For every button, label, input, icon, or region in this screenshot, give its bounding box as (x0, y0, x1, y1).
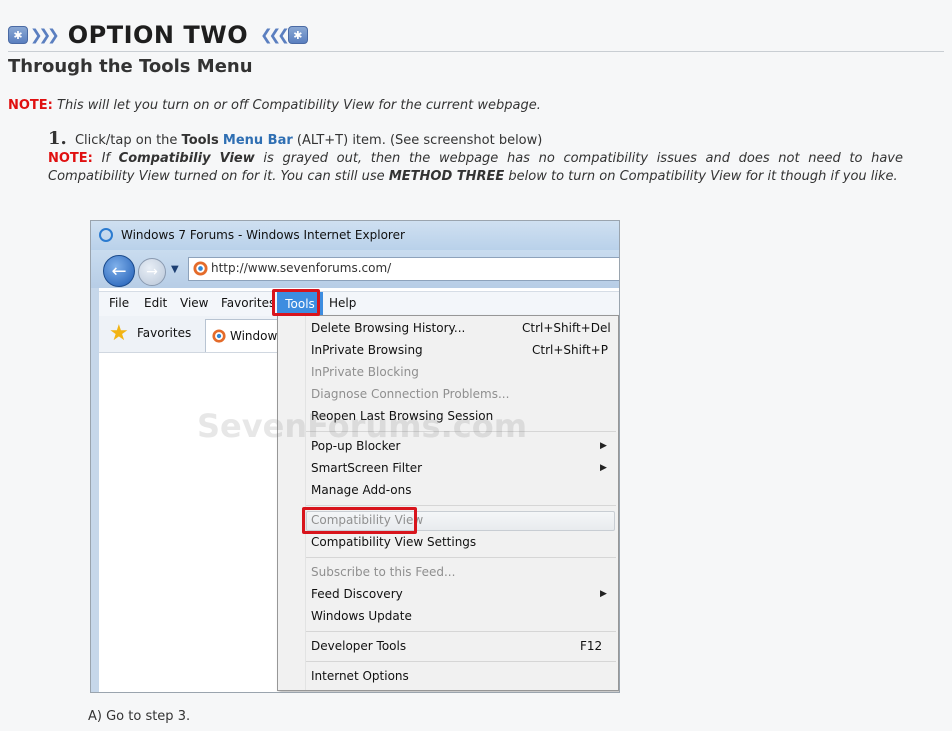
menu-separator (306, 661, 616, 662)
chevron-down-icon[interactable]: ▼ (171, 264, 179, 275)
favorites-button[interactable]: Favorites (137, 326, 191, 340)
step-number: 1. (48, 128, 67, 149)
window-left-border (91, 288, 99, 692)
step-1: 1. Click/tap on the Tools Menu Bar (ALT+… (48, 130, 903, 186)
double-chevron-left-icon: ❮❮❮ (260, 26, 290, 44)
menu-item-inprivate-blocking: InPrivate Blocking (311, 365, 419, 379)
heading-right-arrows: ❮❮❮ ✱ (258, 26, 308, 44)
submenu-arrow-icon: ▶ (600, 441, 607, 451)
menu-item-inprivate-browsing[interactable]: InPrivate Browsing (311, 343, 423, 357)
heading-divider (8, 51, 944, 52)
note-general: NOTE: This will let you turn on or off C… (8, 98, 541, 113)
ie-logo-icon (99, 228, 113, 242)
step-substep-a: A) Go to step 3. (88, 709, 191, 724)
menu-item-developer-tools[interactable]: Developer Tools (311, 639, 406, 653)
menu-bar-link[interactable]: Menu Bar (223, 133, 293, 148)
menu-separator (306, 557, 616, 558)
note-compat: NOTE: If Compatibiliy View is grayed out… (48, 150, 903, 186)
menu-file[interactable]: File (109, 296, 129, 310)
navigation-bar: ← → ▼ http://www.sevenforums.com/ (91, 250, 619, 288)
option-title: OPTION TWO (67, 21, 249, 49)
window-titlebar: Windows 7 Forums - Windows Internet Expl… (91, 221, 619, 250)
asterisk-icon: ✱ (8, 26, 28, 44)
forward-arrow-icon[interactable]: → (138, 258, 166, 286)
site-favicon-icon (212, 329, 226, 343)
note-text-a: If (101, 151, 110, 166)
submenu-arrow-icon: ▶ (600, 463, 607, 473)
heading-left-arrows: ✱ ❯❯❯ (8, 26, 60, 44)
tools-dropdown-menu: Delete Browsing History... Ctrl+Shift+De… (277, 315, 619, 691)
highlight-box-compat (302, 507, 417, 534)
menu-item-delete-history[interactable]: Delete Browsing History... (311, 321, 465, 335)
menu-item-feed-discovery[interactable]: Feed Discovery (311, 587, 403, 601)
menu-item-internet-options[interactable]: Internet Options (311, 669, 409, 683)
note-text: This will let you turn on or off Compati… (57, 98, 541, 113)
ie-screenshot: Windows 7 Forums - Windows Internet Expl… (90, 220, 620, 693)
highlight-box-tools (272, 289, 320, 316)
menu-item-diagnose: Diagnose Connection Problems... (311, 387, 510, 401)
shortcut-inprivate: Ctrl+Shift+P (532, 343, 608, 357)
window-title: Windows 7 Forums - Windows Internet Expl… (121, 228, 405, 242)
step-text-pre: Click/tap on the (74, 133, 178, 148)
section-heading: ✱ ❯❯❯ OPTION TWO ❮❮❮ ✱ (8, 20, 308, 50)
tab-title: Windows (230, 329, 284, 343)
note-label: NOTE: (8, 98, 53, 113)
menu-gutter (305, 316, 306, 690)
shortcut-delete-history: Ctrl+Shift+Del (522, 321, 611, 335)
menu-help[interactable]: Help (329, 296, 356, 310)
menu-favorites[interactable]: Favorites (221, 296, 275, 310)
menu-edit[interactable]: Edit (144, 296, 167, 310)
menu-item-smartscreen[interactable]: SmartScreen Filter (311, 461, 422, 475)
shortcut-developer-tools: F12 (580, 639, 603, 653)
step-text-post: (ALT+T) item. (See screenshot below) (296, 133, 543, 148)
site-favicon-icon (193, 261, 208, 276)
back-arrow-icon[interactable]: ← (103, 255, 135, 287)
address-bar[interactable]: http://www.sevenforums.com/ (188, 257, 619, 281)
menu-item-compat-settings[interactable]: Compatibility View Settings (311, 535, 476, 549)
menu-bar: File Edit View Favorites Tools Help (99, 291, 619, 317)
double-chevron-right-icon: ❯❯❯ (30, 26, 60, 44)
submenu-arrow-icon: ▶ (600, 589, 607, 599)
section-subtitle: Through the Tools Menu (8, 56, 253, 77)
menu-view[interactable]: View (180, 296, 208, 310)
note-text-b: Compatibiliy View (118, 151, 255, 166)
favorites-star-icon[interactable]: ★ (109, 321, 129, 346)
note-label: NOTE: (48, 151, 93, 166)
address-url: http://www.sevenforums.com/ (211, 261, 392, 275)
tools-term: Tools (181, 133, 219, 148)
asterisk-icon: ✱ (287, 26, 308, 44)
step-1-instruction: 1. Click/tap on the Tools Menu Bar (ALT+… (48, 130, 903, 150)
note-text-e: below to turn on Compatibility View for … (508, 169, 898, 184)
menu-item-windows-update[interactable]: Windows Update (311, 609, 412, 623)
menu-separator (306, 631, 616, 632)
watermark: SevenForums.com (197, 407, 528, 445)
note-text-d: METHOD THREE (388, 169, 505, 184)
menu-item-subscribe-feed: Subscribe to this Feed... (311, 565, 456, 579)
menu-item-manage-addons[interactable]: Manage Add-ons (311, 483, 411, 497)
menu-separator (306, 505, 616, 506)
browser-tab[interactable]: Windows (205, 319, 287, 352)
